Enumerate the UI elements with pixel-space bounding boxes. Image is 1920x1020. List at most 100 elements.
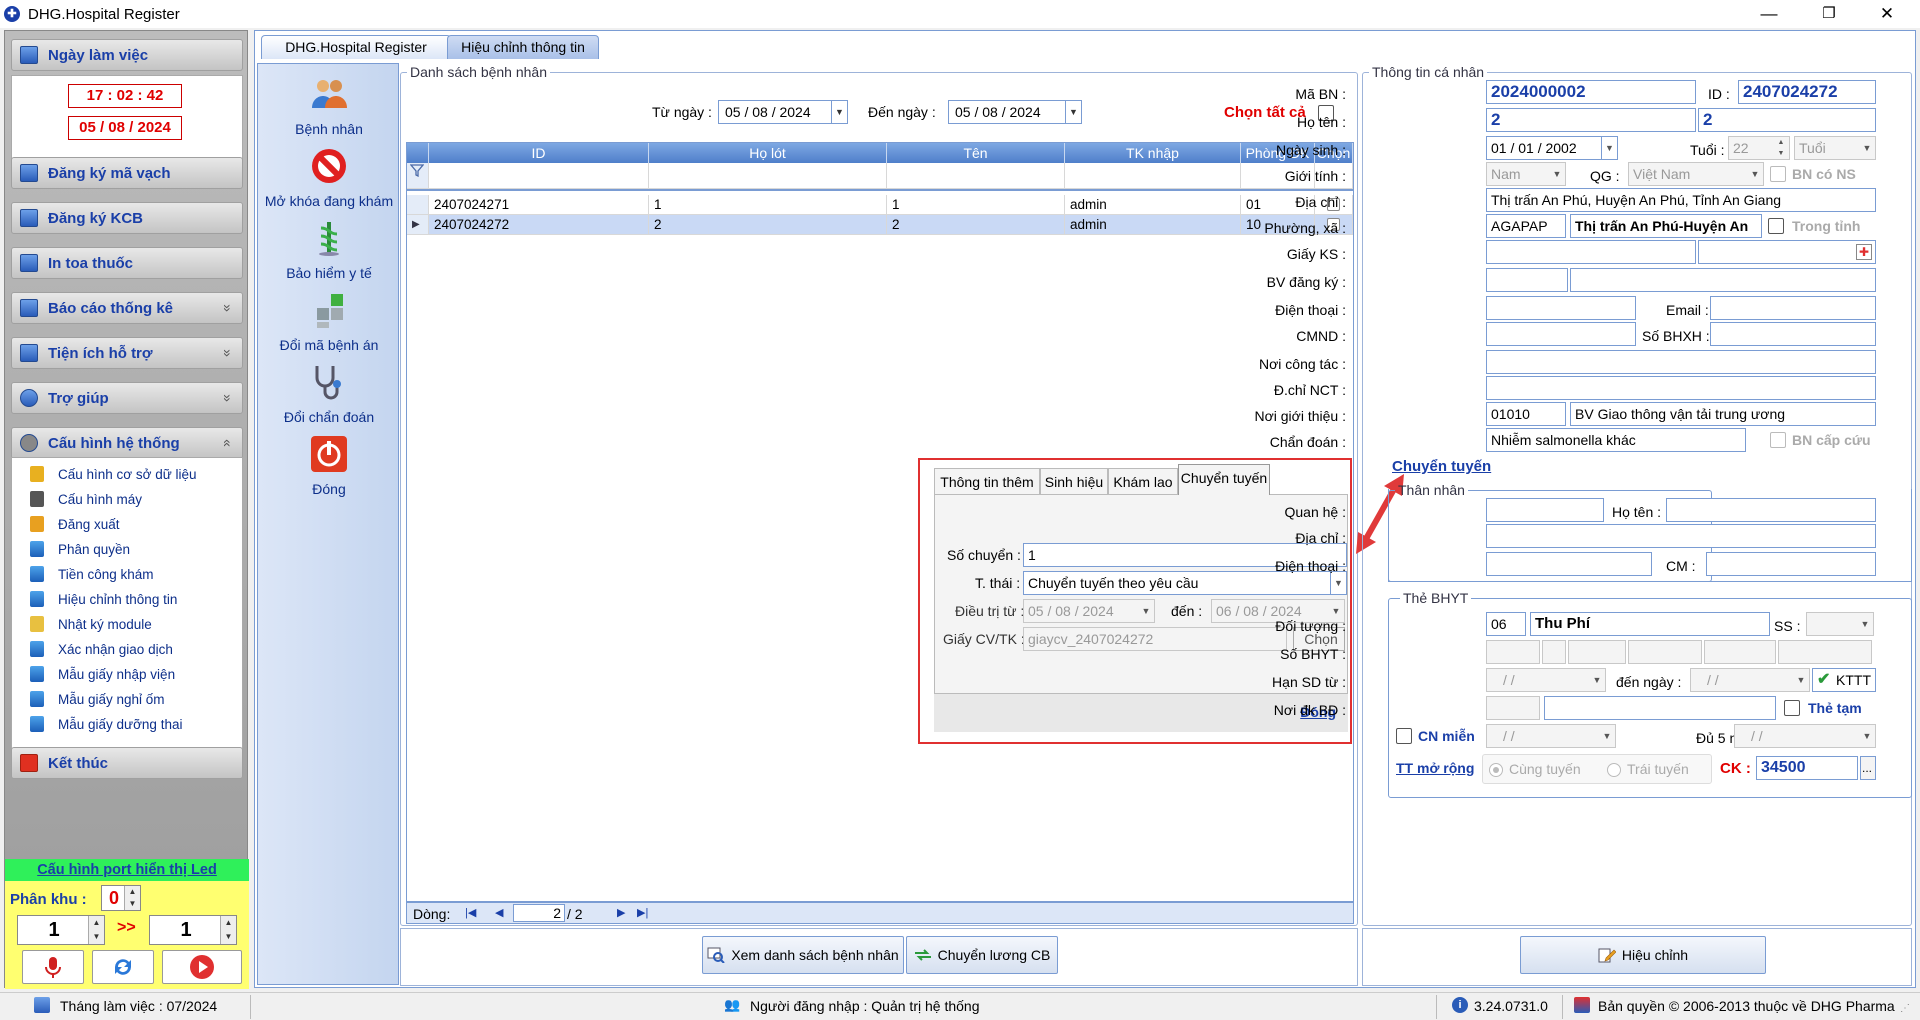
giay-cv-input[interactable]: giaycv_2407024272 (1023, 627, 1287, 651)
filter-icon[interactable] (407, 163, 429, 189)
so-bhyt-segment[interactable] (1542, 640, 1566, 664)
tool-doi-ma-benh-an[interactable]: Đổi mã bệnh án (258, 290, 400, 353)
cmnd-input[interactable] (1486, 322, 1636, 346)
tool-benh-nhan[interactable]: Bệnh nhân (258, 74, 400, 137)
so-bhyt-segment[interactable] (1628, 640, 1702, 664)
giay-ks-extra-input[interactable]: ✚ (1698, 240, 1876, 264)
tab-dhg-hospital-register[interactable]: DHG.Hospital Register (261, 35, 451, 59)
filter-ho-lot-input[interactable] (649, 163, 887, 189)
chevron-down-icon[interactable]: ▼ (1138, 600, 1154, 622)
restore-button[interactable]: ❐ (1800, 0, 1858, 28)
so-bhxh-input[interactable] (1710, 322, 1876, 346)
ten-input[interactable]: 2 (1698, 108, 1876, 132)
trai-tuyen-radio[interactable] (1607, 763, 1621, 777)
sidebar-section-bao-cao[interactable]: Báo cáo thống kê » (11, 292, 243, 324)
so-bhyt-segment[interactable] (1568, 640, 1626, 664)
email-input[interactable] (1710, 296, 1876, 320)
tab-thong-tin-them[interactable]: Thông tin thêm (934, 468, 1040, 494)
tn-ho-ten-input[interactable] (1666, 498, 1876, 522)
menu-item-hieu-chinh-thong-tin[interactable]: Hiệu chỉnh thông tin (30, 588, 177, 610)
menu-item-phan-quyen[interactable]: Phân quyền (30, 538, 130, 560)
cn-mien-checkbox[interactable] (1396, 728, 1412, 744)
ck-more-button[interactable]: ... (1860, 756, 1876, 780)
tt-mo-rong-link[interactable]: TT mở rộng (1396, 760, 1474, 776)
giay-ks-input[interactable] (1486, 240, 1696, 264)
xem-danh-sach-button[interactable]: Xem danh sách bệnh nhân (702, 936, 904, 974)
menu-item-xac-nhan-giao-dich[interactable]: Xác nhận giao dịch (30, 638, 173, 660)
stepper-arrows-icon[interactable]: ▲ ▼ (124, 886, 140, 910)
han-sd-den-picker[interactable]: / / ▼ (1690, 668, 1810, 692)
cung-tuyen-radio[interactable] (1489, 763, 1503, 777)
kttt-button[interactable]: ✔ KTTT (1812, 668, 1876, 692)
chevron-down-icon[interactable]: ▼ (1589, 669, 1605, 691)
sidebar-section-dang-ky-ma-vach[interactable]: Đăng ký mã vạch (11, 157, 243, 189)
next-page-icon[interactable]: ▶ (617, 903, 625, 923)
the-tam-checkbox[interactable] (1784, 700, 1800, 716)
tool-bao-hiem-y-te[interactable]: Bảo hiểm y tế (258, 218, 400, 281)
menu-item-cau-hinh-csdl[interactable]: Cấu hình cơ sở dữ liệu (30, 463, 197, 485)
tn-dia-chi-input[interactable] (1486, 524, 1876, 548)
prev-page-icon[interactable]: ◀ (495, 903, 503, 923)
minimize-button[interactable]: — (1740, 0, 1798, 28)
menu-item-cau-hinh-may[interactable]: Cấu hình máy (30, 488, 142, 510)
sidebar-section-in-toa-thuoc[interactable]: In toa thuốc (11, 247, 243, 279)
sidebar-section-dang-ky-kcb[interactable]: Đăng ký KCB (11, 202, 243, 234)
table-row[interactable]: 2407024271 1 1 admin 01 (407, 195, 1353, 215)
noi-cong-tac-input[interactable] (1486, 350, 1876, 374)
tool-mo-khoa[interactable]: Mở khóa đang khám (258, 146, 400, 209)
so-bhyt-segment[interactable] (1778, 640, 1872, 664)
table-row[interactable]: ▶ 2407024272 2 2 admin 10 (407, 215, 1353, 235)
dieu-tri-tu-picker[interactable]: 05 / 08 / 2024 ▼ (1023, 599, 1155, 623)
tab-sinh-hieu[interactable]: Sinh hiệu (1040, 468, 1108, 494)
filter-id-input[interactable] (429, 163, 649, 189)
so-bhyt-segment[interactable] (1704, 640, 1776, 664)
chevron-down-icon[interactable]: ▼ (1601, 137, 1617, 159)
chevron-down-icon[interactable]: ▼ (1857, 613, 1873, 635)
chuyen-tuyen-link[interactable]: Chuyển tuyến (1392, 458, 1491, 475)
tu-ngay-picker[interactable]: 05 / 08 / 2024 ▼ (718, 100, 848, 124)
du-5-nam-picker[interactable]: / / ▼ (1734, 724, 1876, 748)
tool-dong[interactable]: Đóng (258, 434, 400, 497)
led-config-link[interactable]: Cấu hình port hiển thị Led (5, 859, 249, 881)
bv-dang-ky-name-input[interactable] (1570, 268, 1876, 292)
noi-dk-code-input[interactable] (1486, 696, 1540, 720)
close-button[interactable]: ✕ (1858, 0, 1916, 28)
bn-co-ns-checkbox[interactable] (1770, 166, 1786, 182)
chevron-down-icon[interactable]: ▼ (1859, 725, 1875, 747)
tab-chuyen-tuyen[interactable]: Chuyển tuyến (1178, 464, 1270, 495)
phuong-code-input[interactable]: AGAPAP (1486, 214, 1566, 238)
phuong-name-input[interactable]: Thị trấn An Phú-Huyện An (1570, 214, 1762, 238)
tool-doi-chan-doan[interactable]: Đổi chẩn đoán (258, 362, 400, 425)
tuoi-unit-select[interactable]: Tuổi ▼ (1794, 136, 1876, 160)
stepper-arrows-icon[interactable]: ▲ ▼ (1773, 137, 1789, 159)
ngay-sinh-picker[interactable]: 01 / 01 / 2002 ▼ (1486, 136, 1618, 160)
bn-cap-cuu-checkbox[interactable] (1770, 432, 1786, 448)
led-left-stepper[interactable]: 1 ▲ ▼ (17, 915, 105, 945)
menu-item-mau-giay-duong-thai[interactable]: Mẫu giấy dưỡng thai (30, 713, 182, 735)
resize-grip-icon[interactable]: ⋰ (1900, 1003, 1910, 1014)
qg-select[interactable]: Việt Nam ▼ (1628, 162, 1764, 186)
noi-gt-name-input[interactable]: BV Giao thông vận tải trung ương (1570, 402, 1876, 426)
menu-item-nhat-ky-module[interactable]: Nhật ký module (30, 613, 152, 635)
chevron-down-icon[interactable]: ▼ (1065, 101, 1081, 123)
sidebar-section-cau-hinh[interactable]: Cấu hình hệ thống « (11, 427, 243, 459)
chevron-down-icon[interactable]: ▼ (1793, 669, 1809, 691)
ss-select[interactable]: ▼ (1806, 612, 1874, 636)
noi-dk-name-input[interactable] (1544, 696, 1776, 720)
hieu-chinh-button[interactable]: Hiệu chỉnh (1520, 936, 1766, 974)
dchi-nct-input[interactable] (1486, 376, 1876, 400)
dia-chi-input[interactable]: Thị trấn An Phú, Huyện An Phú, Tỉnh An G… (1486, 188, 1876, 212)
quan-he-input[interactable] (1486, 498, 1604, 522)
den-ngay-picker[interactable]: 05 / 08 / 2024 ▼ (948, 100, 1082, 124)
microphone-button[interactable] (22, 950, 84, 984)
chan-doan-input[interactable]: Nhiễm salmonella khác (1486, 428, 1746, 452)
menu-item-tien-cong-kham[interactable]: Tiền công khám (30, 563, 154, 585)
sidebar-section-tro-giup[interactable]: Trợ giúp » (11, 382, 243, 414)
sidebar-section-tien-ich[interactable]: Tiện ích hỗ trợ » (11, 337, 243, 369)
phan-khu-stepper[interactable]: 0 ▲ ▼ (101, 885, 141, 911)
chevron-down-icon[interactable]: ▼ (1599, 725, 1615, 747)
ck-input[interactable]: 34500 (1756, 756, 1858, 780)
column-header-ten[interactable]: Tên (887, 143, 1065, 163)
sidebar-section-ket-thuc[interactable]: Kết thúc (11, 747, 243, 779)
tab-hieu-chinh-thong-tin[interactable]: Hiệu chỉnh thông tin (447, 35, 599, 59)
